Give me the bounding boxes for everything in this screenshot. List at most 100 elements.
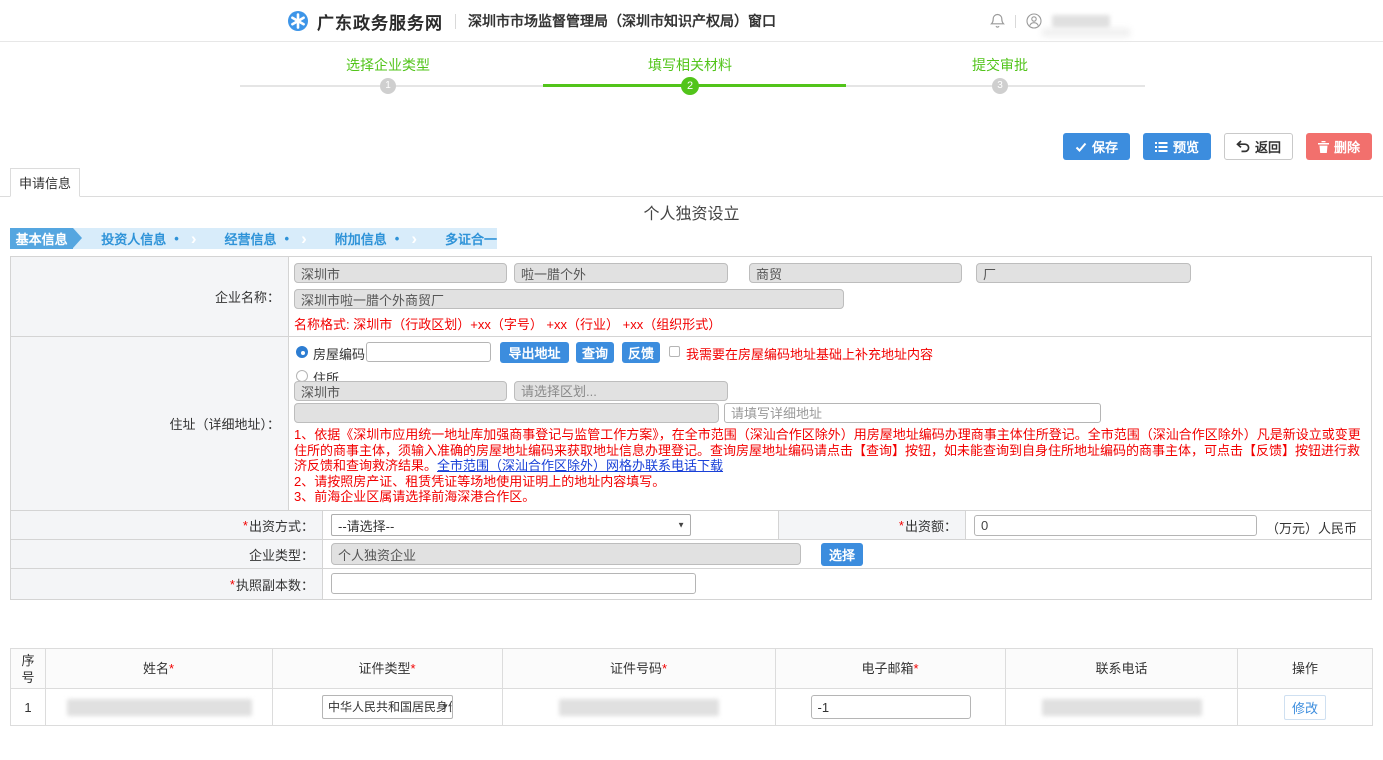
col-id-number: 证件号码* — [503, 649, 776, 689]
save-button[interactable]: 保存 — [1063, 133, 1130, 160]
address-note-2: 2、请按照房产证、租赁凭证等场地使用证明上的地址内容填写。 — [294, 474, 1366, 490]
user-avatar-icon[interactable] — [1026, 13, 1042, 29]
font-name-field — [514, 263, 728, 283]
id-number-cell — [503, 689, 776, 726]
step-label-3: 提交审批 — [972, 55, 1028, 75]
username-redacted — [1052, 15, 1110, 28]
col-name: 姓名* — [46, 649, 273, 689]
basic-info-form: 企业名称： 名称格式: 深圳市（行政区划）+xx（字号） +xx（行业） +xx… — [10, 256, 1372, 600]
investment-amount-cell: （万元）人民币 — [966, 511, 1371, 539]
investment-amount-label: *出资额： — [779, 511, 966, 539]
address-fields: 房屋编码 导出地址 查询 反馈 我需要在房屋编码地址基础上补充地址内容 住所 1… — [289, 337, 1371, 510]
supplement-address-checkbox[interactable] — [669, 346, 680, 357]
bell-icon[interactable] — [990, 13, 1005, 29]
return-arrow-icon — [1236, 140, 1250, 153]
required-mark: * — [230, 577, 235, 592]
back-label: 返回 — [1255, 137, 1281, 156]
col-email: 电子邮箱* — [776, 649, 1006, 689]
edit-button[interactable]: 修改 — [1284, 695, 1326, 720]
header-text: 电子邮箱 — [861, 661, 913, 676]
id-number-redacted — [559, 699, 719, 716]
delete-button[interactable]: 删除 — [1306, 133, 1372, 160]
subtab-investor-info[interactable]: 投资人信息 • › — [101, 228, 196, 249]
name-format-hint: 名称格式: 深圳市（行政区划）+xx（字号） +xx（行业） +xx（组织形式） — [294, 314, 721, 333]
name-redacted — [67, 699, 252, 716]
address-row: 住址（详细地址）： 房屋编码 导出地址 查询 反馈 我需要在房屋编码地址基础上补… — [11, 337, 1371, 511]
step-dot-3: 3 — [992, 78, 1008, 94]
license-copies-input[interactable] — [331, 573, 696, 594]
subtab-strip: 基本信息 投资人信息 • › 经营信息 • › 附加信息 • › 多证合一 — [10, 228, 497, 249]
required-mark: * — [410, 661, 415, 676]
supplement-checkbox-label: 我需要在房屋编码地址基础上补充地址内容 — [686, 344, 933, 363]
seq-cell: 1 — [11, 689, 46, 726]
save-label: 保存 — [1092, 137, 1118, 156]
district-select — [514, 381, 728, 401]
feedback-button[interactable]: 反馈 — [622, 342, 660, 363]
address-note-3: 3、前海企业区属请选择前海深港合作区。 — [294, 489, 1366, 505]
email-cell — [776, 689, 1006, 726]
house-code-radio-label: 房屋编码 — [313, 344, 365, 363]
page-title: 个人独资设立 — [0, 200, 1383, 224]
license-copies-cell — [323, 569, 1371, 599]
check-icon — [1075, 141, 1087, 153]
step-dot-2: 2 — [681, 77, 699, 95]
office-name: 深圳市市场监督管理局（深圳市知识产权局）窗口 — [468, 11, 776, 31]
address-detail-input[interactable] — [724, 403, 1101, 423]
back-button[interactable]: 返回 — [1224, 133, 1293, 160]
header-text: 证件类型 — [358, 661, 410, 676]
progress-stepper: 选择企业类型 填写相关材料 提交审批 1 2 3 — [240, 55, 1145, 101]
chevron-right-icon: › — [191, 228, 197, 249]
investment-method-select[interactable]: --请选择-- — [331, 514, 691, 536]
phone-redacted — [1042, 699, 1202, 716]
subtab-dot: • — [285, 231, 290, 246]
subtab-label: 附加信息 — [335, 229, 387, 248]
subtab-multi-cert[interactable]: 多证合一 — [445, 229, 497, 248]
header-text: 证件号码 — [610, 661, 662, 676]
house-code-input[interactable] — [366, 342, 491, 362]
phone-cell — [1006, 689, 1238, 726]
col-id-type: 证件类型* — [273, 649, 503, 689]
header-divider — [455, 14, 456, 29]
subtab-label: 多证合一 — [445, 229, 497, 248]
step-dot-1: 1 — [380, 78, 396, 94]
step-label-1: 选择企业类型 — [346, 55, 430, 75]
preview-button[interactable]: 预览 — [1143, 133, 1211, 160]
investment-amount-input[interactable] — [974, 515, 1257, 536]
export-address-button[interactable]: 导出地址 — [500, 342, 569, 363]
investment-row: *出资方式： --请选择-- *出资额： （万元）人民币 — [11, 511, 1371, 540]
grid-office-phone-link[interactable]: 全市范围（深汕合作区除外）网格办联系电话下载 — [437, 458, 723, 473]
address-city-field — [294, 381, 507, 401]
required-mark: * — [169, 661, 174, 676]
company-type-row: 企业类型： 选择 — [11, 540, 1371, 569]
subtab-additional-info[interactable]: 附加信息 • › — [335, 228, 417, 249]
table-header-row: 序号 姓名* 证件类型* 证件号码* 电子邮箱* 联系电话 操作 — [11, 649, 1373, 689]
header-right-divider — [1015, 15, 1016, 28]
coded-address-field — [294, 403, 719, 423]
site-header: 广东政务服务网 深圳市市场监督管理局（深圳市知识产权局）窗口 — [0, 0, 1383, 42]
delete-label: 删除 — [1334, 137, 1360, 156]
company-type-label: 企业类型： — [11, 540, 323, 568]
brand: 广东政务服务网 深圳市市场监督管理局（深圳市知识产权局）窗口 — [287, 0, 776, 42]
house-code-radio[interactable] — [296, 346, 308, 358]
portal-name: 广东政务服务网 — [317, 9, 443, 34]
tab-application-info[interactable]: 申请信息 — [10, 168, 80, 197]
choose-type-button[interactable]: 选择 — [821, 543, 863, 566]
label-text: 执照副本数： — [236, 575, 314, 594]
subtab-basic-info[interactable]: 基本信息 — [10, 228, 73, 249]
subtab-business-info[interactable]: 经营信息 • › — [224, 228, 306, 249]
trash-icon — [1318, 141, 1329, 153]
action-toolbar: 保存 预览 返回 删除 — [1063, 133, 1372, 160]
license-copies-label: *执照副本数： — [11, 569, 323, 599]
address-notes: 1、依据《深圳市应用统一地址库加强商事登记与监管工作方案》，在全市范围（深汕合作… — [294, 427, 1366, 505]
tab-bar: 申请信息 — [0, 168, 1383, 197]
id-type-select[interactable]: 中华人民共和国居民身份 — [322, 695, 453, 719]
org-form-field — [976, 263, 1191, 283]
subtab-dot: • — [174, 231, 179, 246]
preview-label: 预览 — [1173, 137, 1199, 156]
license-copies-row: *执照副本数： — [11, 569, 1371, 599]
investment-method-label: *出资方式： — [11, 511, 323, 539]
query-button[interactable]: 查询 — [576, 342, 614, 363]
action-cell: 修改 — [1238, 689, 1373, 726]
email-input[interactable] — [811, 695, 971, 719]
id-type-cell: 中华人民共和国居民身份 — [273, 689, 503, 726]
